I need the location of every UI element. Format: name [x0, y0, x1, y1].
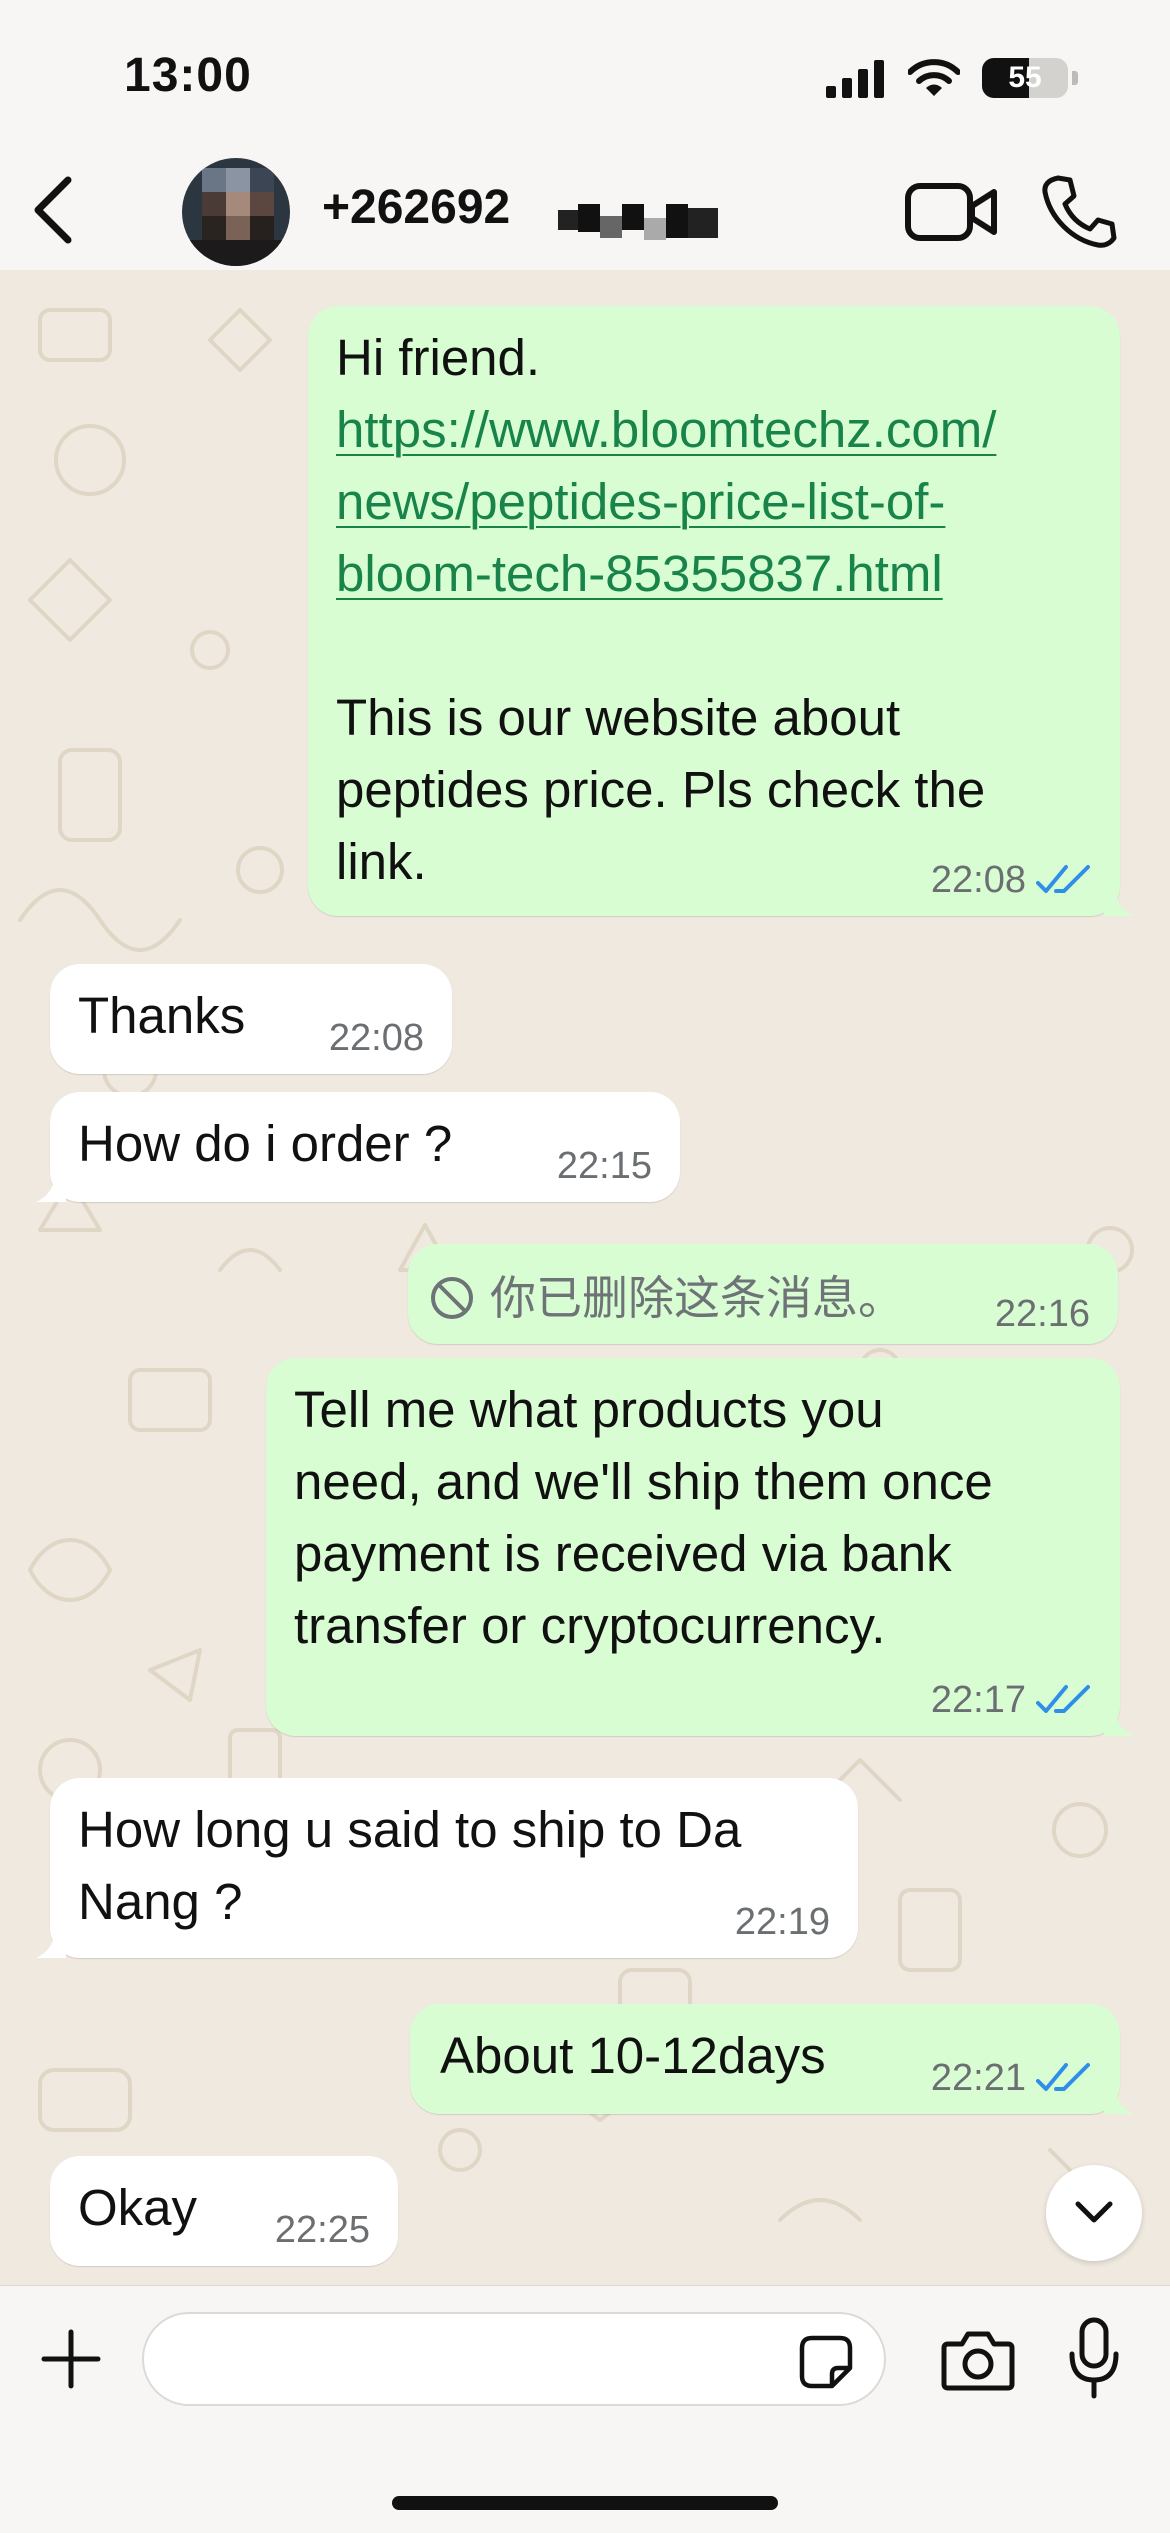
message-text: How long u said to ship to Da Nang ? [78, 1801, 742, 1930]
plus-icon[interactable] [38, 2326, 104, 2392]
bubble-tail [36, 1172, 66, 1202]
message-incoming[interactable]: How long u said to ship to Da Nang ? 22:… [36, 1778, 858, 1958]
back-chevron-icon[interactable] [20, 170, 90, 250]
wifi-icon [908, 59, 960, 96]
message-time: 22:08 [930, 859, 1026, 901]
bubble-tail [1104, 886, 1134, 916]
home-indicator [392, 2496, 778, 2510]
bubble-tail [1104, 1706, 1134, 1736]
chat-area[interactable]: Hi friend. https://www.bloomtechz.com/ n… [0, 270, 1170, 2285]
deleted-notice: 你已删除这条消息。 [428, 1262, 904, 1334]
message-time: 22:15 [556, 1145, 652, 1187]
message-meta: 22:21 [931, 2056, 1092, 2100]
scroll-to-bottom-button[interactable] [1046, 2165, 1142, 2261]
message-outgoing-link[interactable]: Hi friend. https://www.bloomtechz.com/ n… [308, 306, 1134, 916]
status-time: 13:00 [124, 49, 252, 102]
message-greeting: Hi friend. [336, 329, 541, 386]
message-meta: 22:15 [557, 1144, 652, 1188]
contact-avatar[interactable] [182, 158, 290, 266]
status-bar: 13:00 55 [0, 0, 1170, 150]
message-incoming[interactable]: How do i order ? 22:15 [36, 1092, 680, 1202]
link-line-3[interactable]: bloom-tech-85355837.html [336, 538, 996, 610]
battery-level: 55 [1008, 61, 1042, 94]
message-meta: 22:08 [931, 858, 1092, 902]
link-line-2[interactable]: news/peptides-price-list-of- [336, 466, 996, 538]
cellular-signal-icon [826, 60, 884, 98]
status-icons: 55 [826, 56, 1078, 100]
bubble-tail [1104, 2084, 1134, 2114]
message-text: Okay [78, 2179, 198, 2236]
deleted-text: 你已删除这条消息。 [490, 1272, 904, 1324]
message-text: This is our website about peptides price… [336, 689, 986, 890]
camera-icon[interactable] [940, 2328, 1016, 2392]
message-outgoing[interactable]: Tell me what products you need, and we'l… [266, 1358, 1134, 1736]
message-link[interactable]: https://www.bloomtechz.com/ news/peptide… [336, 394, 996, 610]
chevron-down-icon [1075, 2201, 1113, 2223]
message-meta: 22:25 [275, 2208, 370, 2252]
message-time: 22:25 [274, 2209, 370, 2251]
message-meta: 22:17 [931, 1678, 1092, 1722]
battery-icon: 55 [982, 58, 1068, 98]
message-text: Thanks [78, 987, 246, 1044]
phone-icon[interactable] [1040, 172, 1118, 250]
video-call-icon[interactable] [904, 180, 1000, 244]
message-time: 22:17 [930, 1679, 1026, 1721]
message-meta: 22:16 [995, 1292, 1090, 1336]
read-receipt-ticks-icon [1036, 865, 1090, 893]
message-deleted[interactable]: 你已删除这条消息。 22:16 [408, 1244, 1118, 1344]
chat-header: +262692 [0, 150, 1170, 271]
microphone-icon[interactable] [1066, 2316, 1122, 2402]
battery-tip [1072, 71, 1078, 85]
read-receipt-ticks-icon [1036, 1685, 1090, 1713]
message-time: 22:08 [328, 1017, 424, 1059]
contact-name[interactable]: +262692 [322, 180, 510, 235]
deleted-prohibited-icon [431, 1277, 473, 1319]
message-incoming[interactable]: Thanks 22:08 [50, 964, 452, 1074]
message-time: 22:16 [994, 1293, 1090, 1335]
message-incoming[interactable]: Okay 22:25 [50, 2156, 398, 2266]
message-text: About 10-12days [440, 2027, 826, 2084]
message-meta: 22:19 [735, 1900, 830, 1944]
message-text: Tell me what products you need, and we'l… [294, 1381, 993, 1654]
composer-bar [0, 2285, 1170, 2533]
message-time: 22:21 [930, 2057, 1026, 2099]
message-outgoing[interactable]: About 10-12days 22:21 [410, 2004, 1134, 2114]
sticker-icon[interactable] [798, 2334, 854, 2390]
link-line-1[interactable]: https://www.bloomtechz.com/ [336, 394, 996, 466]
read-receipt-ticks-icon [1036, 2063, 1090, 2091]
redacted-number-pixelation [558, 204, 718, 240]
message-input-field[interactable] [142, 2312, 886, 2406]
message-text: How do i order ? [78, 1115, 453, 1172]
bubble-tail [36, 1928, 66, 1958]
message-input[interactable] [174, 2332, 778, 2390]
message-meta: 22:08 [329, 1016, 424, 1060]
message-time: 22:19 [734, 1901, 830, 1943]
